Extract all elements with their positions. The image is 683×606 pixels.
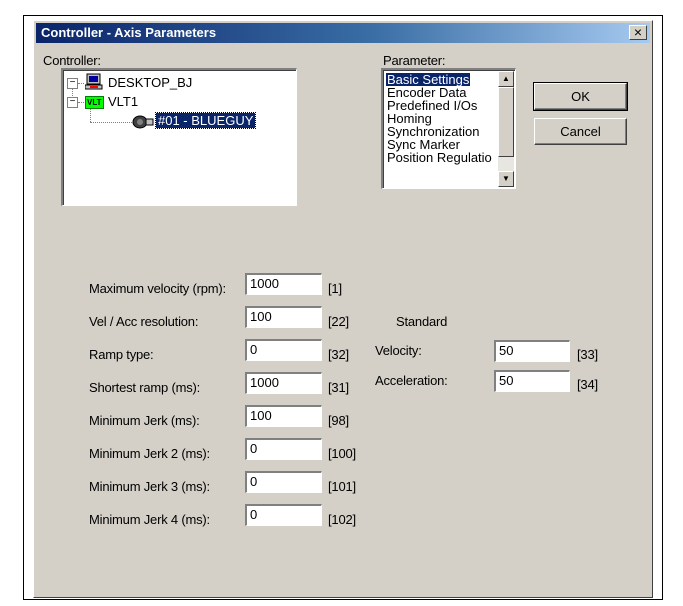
- tree-connector: [90, 122, 132, 123]
- title-bar[interactable]: Controller - Axis Parameters ×: [36, 23, 650, 43]
- controller-tree[interactable]: − DESKTOP_BJ − VLT VLT1 #01 - BLUEGUY: [61, 68, 297, 206]
- minimum-jerk-4-field[interactable]: 0: [245, 504, 322, 526]
- velocity-label: Velocity:: [375, 343, 422, 358]
- parameter-item-position-regulation[interactable]: Position Regulatio: [386, 151, 493, 164]
- acceleration-label: Acceleration:: [375, 373, 448, 388]
- setting-label: Minimum Jerk 4 (ms):: [89, 512, 210, 527]
- close-icon: ×: [633, 24, 643, 40]
- setting-label: Minimum Jerk (ms):: [89, 413, 200, 428]
- scroll-up-button[interactable]: ▲: [498, 71, 514, 87]
- setting-code: [22]: [328, 314, 349, 329]
- tree-connector: [90, 109, 91, 122]
- scroll-thumb[interactable]: [498, 87, 514, 157]
- max-velocity-field[interactable]: 1000: [245, 273, 322, 295]
- cancel-button[interactable]: Cancel: [534, 118, 627, 145]
- shortest-ramp-field[interactable]: 1000: [245, 372, 322, 394]
- setting-label: Vel / Acc resolution:: [89, 314, 199, 329]
- tree-connector: [78, 83, 84, 84]
- ok-button[interactable]: OK: [533, 82, 628, 111]
- controller-label: Controller:: [43, 53, 101, 68]
- acceleration-code: [34]: [577, 377, 598, 392]
- tree-item-desktop[interactable]: DESKTOP_BJ: [108, 75, 192, 90]
- setting-label: Minimum Jerk 2 (ms):: [89, 446, 210, 461]
- setting-label: Ramp type:: [89, 347, 154, 362]
- velocity-field[interactable]: 50: [494, 340, 570, 362]
- acceleration-field[interactable]: 50: [494, 370, 570, 392]
- computer-icon: [85, 73, 103, 90]
- tree-item-blueguy[interactable]: #01 - BLUEGUY: [154, 112, 257, 129]
- parameter-label: Parameter:: [383, 53, 446, 68]
- vlt-badge-icon: VLT: [85, 96, 104, 109]
- close-button[interactable]: ×: [629, 25, 647, 40]
- collapse-root-icon[interactable]: −: [67, 78, 78, 89]
- setting-code: [31]: [328, 380, 349, 395]
- minimum-jerk-3-field[interactable]: 0: [245, 471, 322, 493]
- ramp-type-field[interactable]: 0: [245, 339, 322, 361]
- velocity-code: [33]: [577, 347, 598, 362]
- setting-code: [98]: [328, 413, 349, 428]
- motor-icon: [132, 115, 154, 129]
- setting-code: [100]: [328, 446, 356, 461]
- setting-code: [102]: [328, 512, 356, 527]
- minimum-jerk-field[interactable]: 100: [245, 405, 322, 427]
- setting-label: Shortest ramp (ms):: [89, 380, 201, 395]
- setting-label: Minimum Jerk 3 (ms):: [89, 479, 210, 494]
- setting-label: Maximum velocity (rpm):: [89, 281, 226, 296]
- parameter-list[interactable]: Basic Settings Encoder Data Predefined I…: [381, 68, 516, 189]
- standard-heading: Standard: [396, 314, 448, 329]
- window-title: Controller - Axis Parameters: [41, 25, 217, 40]
- tree-item-vlt1[interactable]: VLT1: [108, 94, 138, 109]
- minimum-jerk-2-field[interactable]: 0: [245, 438, 322, 460]
- setting-code: [101]: [328, 479, 356, 494]
- vel-acc-resolution-field[interactable]: 100: [245, 306, 322, 328]
- setting-code: [1]: [328, 281, 342, 296]
- collapse-vlt-icon[interactable]: −: [67, 97, 78, 108]
- tree-connector: [78, 102, 84, 103]
- parameter-scrollbar[interactable]: ▲ ▼: [498, 71, 514, 187]
- setting-code: [32]: [328, 347, 349, 362]
- scroll-down-button[interactable]: ▼: [498, 171, 514, 187]
- axis-parameters-dialog: Controller - Axis Parameters × Controlle…: [33, 20, 653, 598]
